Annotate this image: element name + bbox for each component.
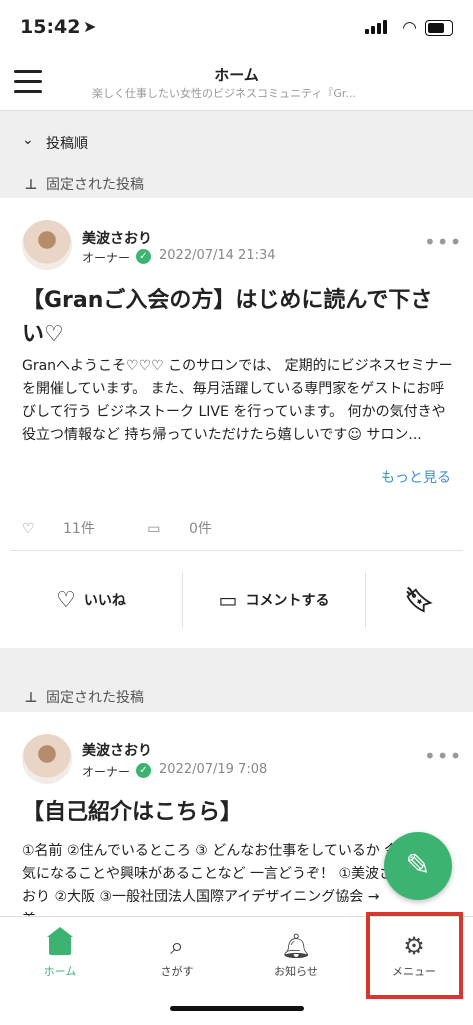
- more-options-icon[interactable]: •••: [424, 744, 462, 768]
- pencil-plus-icon: ✎: [405, 848, 431, 883]
- page-title: ホーム: [214, 66, 259, 84]
- bell-icon: 🔔︎: [280, 932, 312, 960]
- pinned-label: 固定された投稿: [46, 177, 144, 193]
- chevron-down-icon: ⌄: [22, 132, 34, 148]
- post-author[interactable]: 美波さおり: [82, 740, 152, 760]
- tab-home[interactable]: ホーム: [10, 927, 110, 979]
- avatar[interactable]: [22, 220, 72, 270]
- author-role: オーナー: [82, 765, 131, 779]
- signal-icon: [365, 20, 389, 34]
- tab-label: ホーム: [43, 965, 77, 978]
- like-button[interactable]: ♡ いいね: [0, 564, 182, 636]
- post-card[interactable]: 美波さおり オーナー ✓ 2022/07/14 21:34 ••• 【Granご…: [0, 198, 473, 648]
- battery-icon: [425, 20, 453, 36]
- more-options-icon[interactable]: •••: [424, 230, 462, 254]
- pin-icon: ⊥: [24, 690, 38, 706]
- post-actions: ♡ いいね ▭ コメントする 🔖︎: [0, 564, 473, 636]
- heart-outline-icon: ♡: [22, 521, 35, 537]
- pinned-label: 固定された投稿: [46, 690, 144, 706]
- comment-button[interactable]: ▭ コメントする: [183, 564, 365, 636]
- pinned-header: ⊥ 固定された投稿: [24, 174, 144, 194]
- tab-label: さがす: [160, 965, 194, 978]
- status-bar: 15:42 ➤ ◠: [0, 0, 473, 56]
- comment-icon: ▭: [147, 521, 161, 537]
- like-count: ♡ 11件: [22, 521, 95, 537]
- comment-count: ▭ 0件: [147, 521, 212, 537]
- pin-icon: ⊥: [24, 177, 38, 193]
- top-header: ホーム 楽しく仕事したい女性のビジネスコミュニティ『Gr...: [0, 56, 473, 111]
- read-more-link[interactable]: もっと見る: [381, 467, 451, 487]
- post-title[interactable]: 【Granご入会の方】はじめに読んで下さい♡: [22, 284, 452, 352]
- compose-post-button[interactable]: ✎: [384, 832, 452, 900]
- pinned-header: ⊥ 固定された投稿: [24, 687, 144, 707]
- page-subtitle: 楽しく仕事したい女性のビジネスコミュニティ『Gr...: [92, 87, 356, 100]
- tab-label: お知らせ: [274, 965, 318, 978]
- post-title[interactable]: 【自己紹介はこちら】: [22, 796, 452, 830]
- author-role: オーナー: [82, 251, 131, 265]
- verified-check-icon: ✓: [136, 249, 151, 264]
- location-arrow-icon: ➤: [83, 17, 97, 36]
- heart-icon: ♡: [56, 587, 76, 613]
- wifi-icon: ◠: [402, 18, 417, 38]
- post-date: 2022/07/14 21:34: [159, 248, 276, 263]
- search-icon: ⌕: [170, 932, 184, 960]
- home-indicator: [170, 1006, 304, 1011]
- sort-selector[interactable]: ⌄ 投稿順: [0, 112, 473, 170]
- bookmark-button[interactable]: 🔖︎: [366, 564, 473, 636]
- divider: [10, 550, 463, 551]
- avatar[interactable]: [22, 734, 72, 784]
- highlight-box: [366, 912, 463, 999]
- tab-search[interactable]: ⌕ さがす: [127, 929, 227, 979]
- post-author[interactable]: 美波さおり: [82, 228, 152, 248]
- post-body[interactable]: ①名前 ②住んでいるところ ③ どんなお仕事をしているか 今気になることや興味が…: [22, 840, 402, 916]
- status-time: 15:42: [20, 16, 81, 38]
- tab-notifications[interactable]: 🔔︎ お知らせ: [246, 929, 346, 979]
- comment-icon: ▭: [218, 588, 238, 612]
- home-icon: [10, 927, 110, 963]
- bookmark-icon: 🔖︎: [404, 586, 435, 614]
- post-date: 2022/07/19 7:08: [159, 762, 268, 777]
- post-body[interactable]: Granへようこそ♡♡♡ このサロンでは、 定期的にビジネスセミナーを開催してい…: [22, 355, 454, 447]
- post-stats: ♡ 11件 ▭ 0件: [22, 518, 260, 538]
- sort-label: 投稿順: [46, 136, 88, 152]
- verified-check-icon: ✓: [136, 763, 151, 778]
